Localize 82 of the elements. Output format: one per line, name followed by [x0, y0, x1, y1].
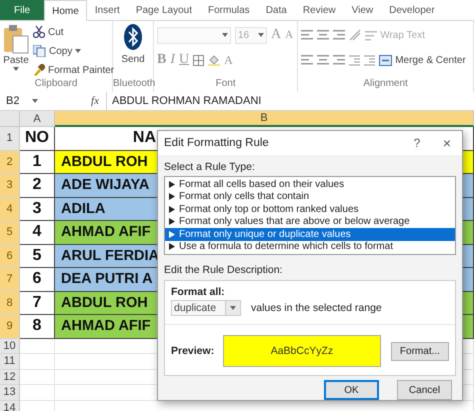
font-caret-icon	[222, 33, 228, 37]
close-button[interactable]: ×	[432, 135, 462, 151]
help-button[interactable]: ?	[402, 136, 432, 150]
align-right-icon[interactable]	[333, 54, 346, 66]
rule-type-item[interactable]: Format all cells based on their values	[165, 178, 455, 190]
row-header[interactable]: 6	[0, 244, 20, 268]
bluetooth-icon	[124, 24, 142, 50]
cancel-button[interactable]: Cancel	[397, 380, 452, 400]
format-all-dropdown[interactable]: duplicate	[171, 300, 241, 316]
ribbon-tab[interactable]: Review	[294, 0, 344, 20]
align-left-icon[interactable]	[301, 54, 314, 66]
ribbon-tab[interactable]: Insert	[86, 0, 128, 20]
fill-color-icon[interactable]	[208, 54, 220, 66]
row-header[interactable]: 5	[0, 221, 20, 244]
row-header[interactable]: 14	[0, 400, 20, 411]
scissors-icon	[33, 26, 45, 38]
paste-button[interactable]: Paste	[3, 24, 29, 78]
brush-icon	[33, 64, 45, 76]
formula-field[interactable]: ABDUL ROHMAN RAMADANI	[106, 92, 474, 110]
ok-button[interactable]: OK	[324, 380, 379, 400]
orientation-icon[interactable]	[349, 29, 362, 41]
group-label: Alignment	[362, 78, 409, 91]
section-label: Select a Rule Type:	[164, 161, 256, 173]
rule-type-item[interactable]: Format only top or bottom ranked values	[165, 203, 455, 216]
table-cell	[20, 338, 55, 354]
group-label: Bluetooth	[113, 78, 153, 91]
copy-icon	[33, 45, 46, 57]
merge-icon	[379, 54, 392, 66]
row-header[interactable]: 7	[0, 268, 20, 292]
row-header[interactable]: 3	[0, 174, 20, 198]
ribbon-tab[interactable]: Home	[44, 0, 87, 21]
row-header[interactable]: 11	[0, 354, 20, 370]
file-tab[interactable]: File	[0, 0, 44, 20]
column-header[interactable]: A	[20, 111, 55, 127]
rule-type-item[interactable]: Format only unique or duplicate values	[165, 228, 455, 240]
align-middle-icon[interactable]	[317, 29, 330, 41]
ribbon-tab[interactable]: View	[344, 0, 382, 20]
paste-icon	[3, 24, 29, 54]
format-button[interactable]: Format...	[390, 342, 449, 360]
ribbon-tab[interactable]: Developer	[381, 0, 443, 20]
row-header[interactable]: 13	[0, 385, 20, 400]
table-cell	[20, 354, 55, 370]
send-button[interactable]: Send	[116, 24, 150, 78]
dropdown-caret-icon	[230, 306, 236, 310]
wrap-text-icon	[365, 30, 378, 40]
row-header[interactable]: 10	[0, 338, 20, 354]
name-box[interactable]: B2	[0, 95, 38, 107]
copy-caret-icon	[75, 49, 82, 53]
insert-function-button[interactable]: fx	[84, 95, 106, 107]
row-header[interactable]: 4	[0, 198, 20, 221]
row-header[interactable]: 2	[0, 150, 20, 174]
copy-button[interactable]: Copy	[33, 43, 114, 59]
size-caret-icon	[258, 33, 264, 37]
borders-icon[interactable]	[193, 54, 204, 66]
paste-caret-icon	[13, 67, 19, 71]
font-name-field[interactable]	[157, 26, 231, 44]
ribbon-tab[interactable]: Page Layout	[128, 0, 200, 20]
name-box-caret-icon	[32, 99, 38, 103]
ribbon-tab[interactable]: Data	[258, 0, 295, 20]
row-header[interactable]: 9	[0, 315, 20, 338]
row-header[interactable]: 12	[0, 370, 20, 385]
decrease-indent-icon[interactable]	[349, 54, 360, 66]
format-painter-button[interactable]: Format Painter	[33, 62, 114, 78]
dialog-title: Edit Formatting Rule	[164, 137, 270, 149]
align-bottom-icon[interactable]	[333, 29, 346, 41]
align-center-icon[interactable]	[317, 54, 330, 66]
row-header[interactable]: 1	[0, 127, 20, 150]
preview-box: AaBbCcYyZz	[223, 335, 381, 367]
table-cell	[20, 385, 55, 400]
table-cell	[20, 370, 55, 385]
merge-center-button[interactable]: Merge & Center	[379, 52, 466, 68]
align-top-icon[interactable]	[301, 29, 314, 41]
group-label: Clipboard	[34, 78, 78, 91]
cut-button[interactable]: Cut	[33, 24, 114, 40]
group-label: Font	[214, 78, 237, 91]
ribbon-tab[interactable]: Formulas	[200, 0, 258, 20]
preview-label: Preview:	[171, 345, 213, 357]
increase-indent-icon[interactable]	[364, 54, 376, 66]
table-cell: NO	[20, 127, 55, 150]
row-header[interactable]: 8	[0, 292, 20, 315]
column-header[interactable]: B	[55, 111, 474, 127]
range-text: values in the selected range	[251, 302, 382, 314]
